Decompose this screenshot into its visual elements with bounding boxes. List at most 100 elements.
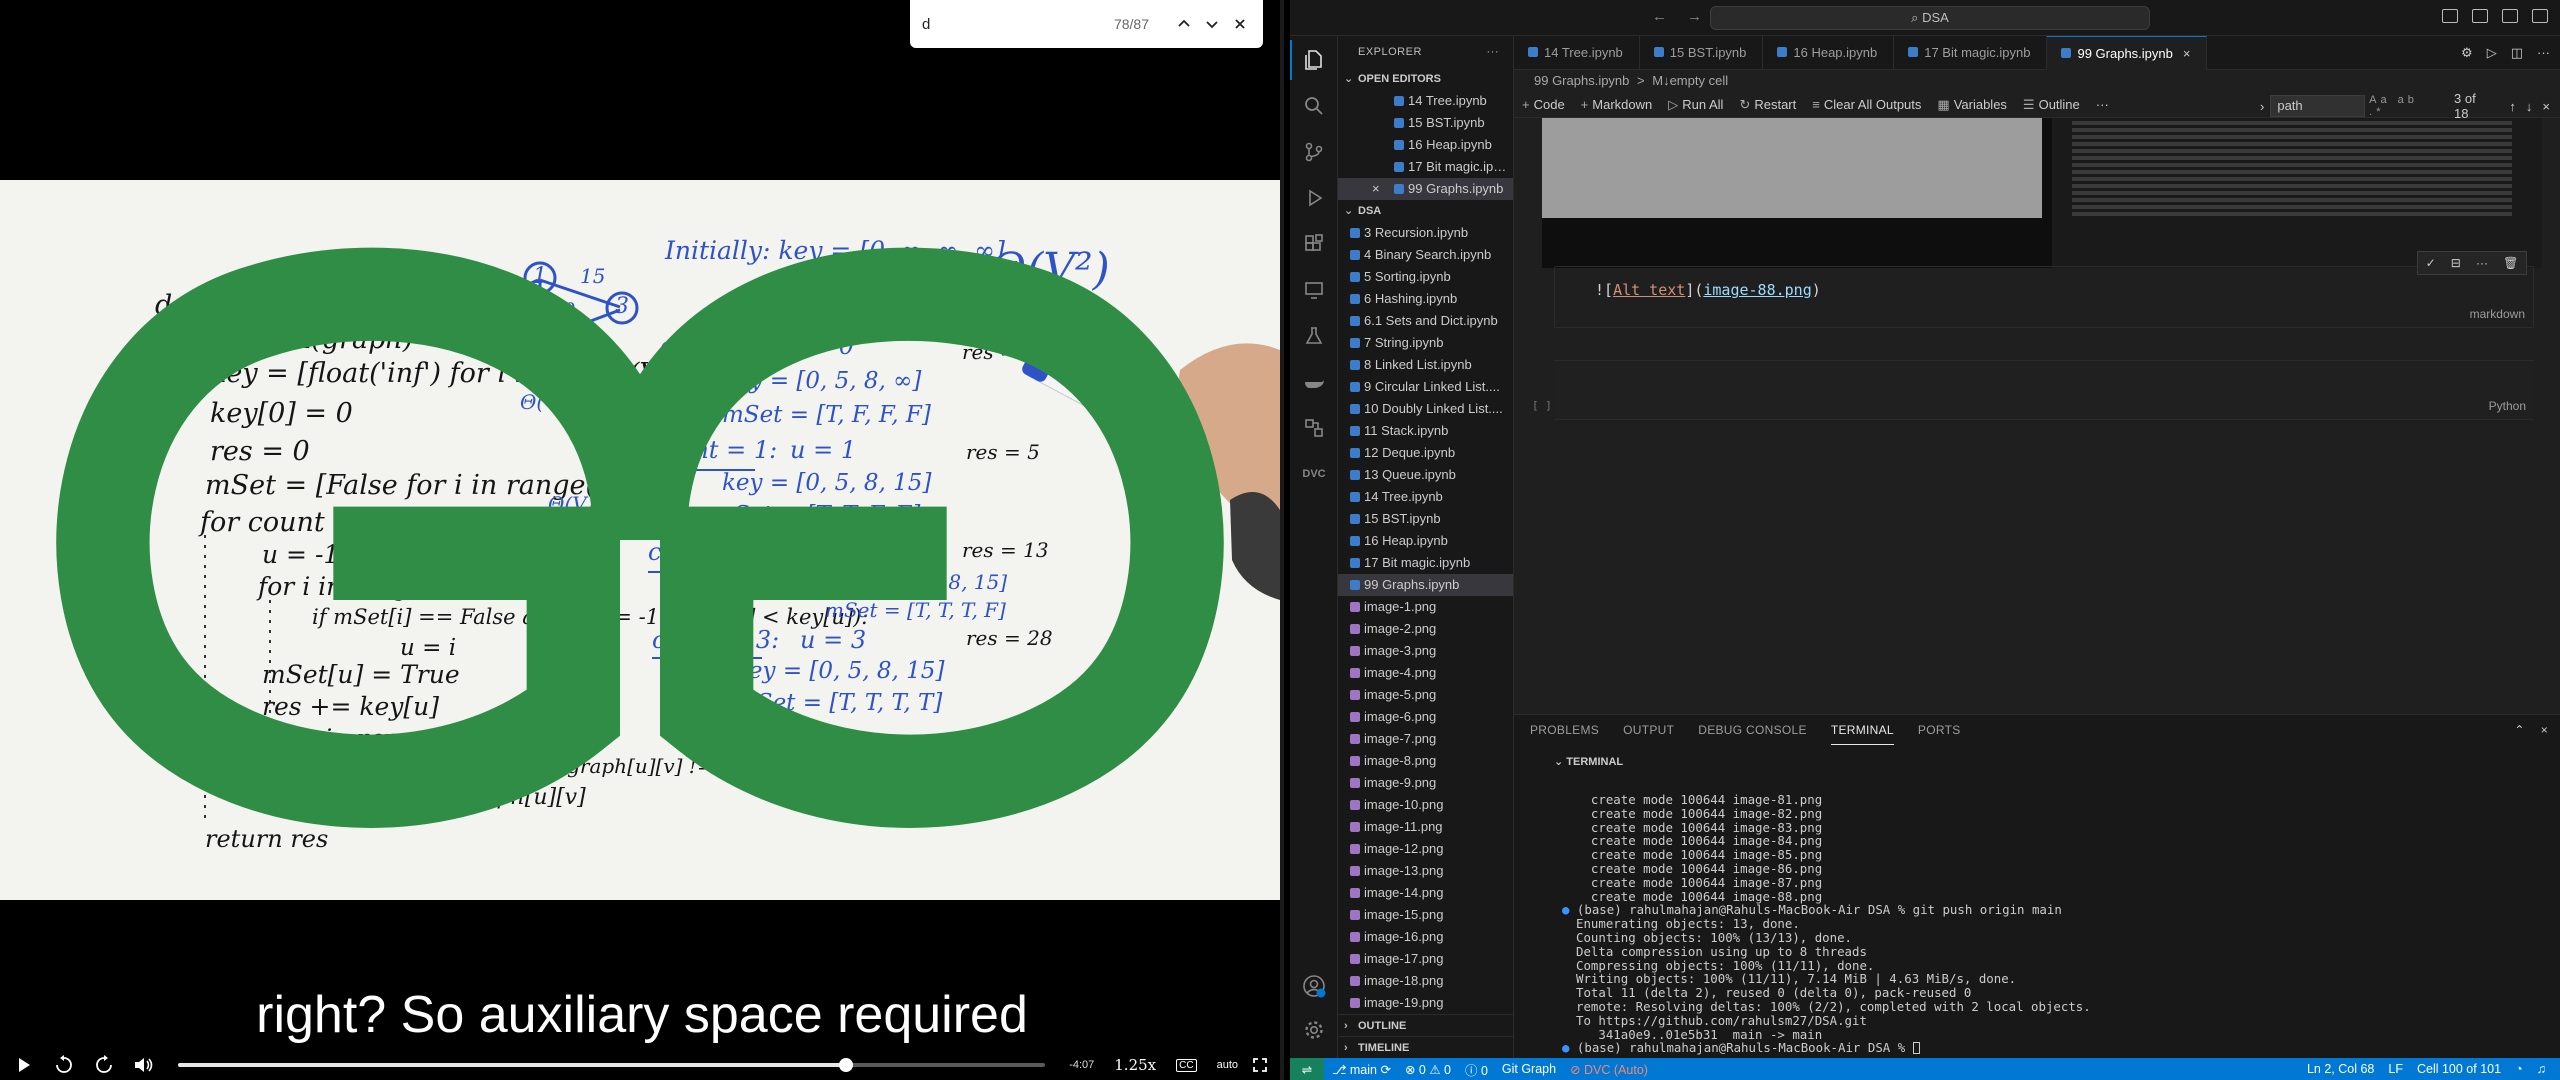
python-cell[interactable]: [ ] Python <box>1532 360 2534 420</box>
add-code-cell-button[interactable]: + Code <box>1522 97 1565 112</box>
breadcrumb-cell[interactable]: M↓empty cell <box>1652 73 1728 88</box>
forward-10-icon[interactable] <box>92 1053 116 1077</box>
file-item[interactable]: 3 Recursion.ipynb <box>1338 222 1513 244</box>
file-item[interactable]: image-2.png <box>1338 618 1513 640</box>
close-icon[interactable]: × <box>1372 178 1380 200</box>
file-item[interactable]: 7 String.ipynb <box>1338 332 1513 354</box>
file-item[interactable]: image-1.png <box>1338 596 1513 618</box>
file-item[interactable]: 14 Tree.ipynb <box>1338 486 1513 508</box>
file-item[interactable]: 13 Queue.ipynb <box>1338 464 1513 486</box>
volume-icon[interactable] <box>132 1053 156 1077</box>
file-item[interactable]: 99 Graphs.ipynb <box>1338 574 1513 596</box>
file-item[interactable]: 15 BST.ipynb <box>1338 508 1513 530</box>
find-input[interactable]: d <box>922 16 1114 33</box>
dvc-status[interactable]: ⊘ DVC (Auto) <box>1570 1062 1648 1077</box>
remote-indicator-icon[interactable]: ⇌ <box>1290 1058 1324 1080</box>
file-item[interactable]: 12 Deque.ipynb <box>1338 442 1513 464</box>
captions-button[interactable]: CC <box>1176 1058 1197 1072</box>
more-actions-icon[interactable]: ··· <box>2476 256 2488 270</box>
problems-indicator[interactable]: ⊗ 0 ⚠ 0 <box>1405 1062 1451 1077</box>
close-icon[interactable] <box>1229 13 1251 35</box>
file-item[interactable]: image-19.png <box>1338 992 1513 1014</box>
back-arrow-icon[interactable]: ← <box>1652 8 1667 25</box>
account-icon[interactable] <box>1302 974 1326 998</box>
clear-all-outputs-button[interactable]: ≡ Clear All Outputs <box>1812 97 1921 112</box>
gear-icon[interactable]: ⚙ <box>2461 45 2473 61</box>
previous-match-icon[interactable]: ↑ <box>2509 99 2526 114</box>
file-item[interactable]: 9 Circular Linked List.... <box>1338 376 1513 398</box>
search-icon[interactable] <box>1302 94 1326 118</box>
next-match-icon[interactable]: ↓ <box>2526 99 2543 114</box>
open-editor-item[interactable]: 17 Bit magic.ipynb <box>1338 156 1513 178</box>
tab-terminal[interactable]: TERMINAL <box>1830 715 1894 745</box>
more-toolbar-button[interactable]: ··· <box>2096 97 2109 112</box>
outline-section[interactable]: › OUTLINE <box>1338 1014 1513 1036</box>
close-icon[interactable]: × <box>2183 46 2191 61</box>
terminal-output[interactable]: create mode 100644 image-81.png create m… <box>1562 793 2536 1055</box>
delete-icon[interactable]: 🗑 <box>2503 256 2518 270</box>
file-item[interactable]: image-15.png <box>1338 904 1513 926</box>
file-item[interactable]: image-7.png <box>1338 728 1513 750</box>
split-cell-icon[interactable]: ⊟ <box>2451 256 2461 270</box>
check-icon[interactable]: ✓ <box>2426 256 2436 270</box>
tab-output[interactable]: OUTPUT <box>1623 715 1674 745</box>
video-player[interactable]: d 78/87 0 1 2 3 5 15 10 8 20 def primMST… <box>0 0 1284 1080</box>
chevron-down-icon[interactable] <box>1201 13 1223 35</box>
extensions-icon[interactable] <box>1302 232 1326 256</box>
file-item[interactable]: image-5.png <box>1338 684 1513 706</box>
explorer-files-icon[interactable] <box>1290 40 1326 80</box>
open-editor-item[interactable]: 14 Tree.ipynb <box>1338 90 1513 112</box>
markdown-link[interactable]: image-88.png <box>1703 281 1811 299</box>
tab-ports[interactable]: PORTS <box>1918 715 1961 745</box>
info-indicator[interactable]: ⓘ 0 <box>1465 1060 1488 1079</box>
quality-setting[interactable]: auto <box>1217 1059 1238 1071</box>
outline-button[interactable]: ☰ Outline <box>2023 97 2080 113</box>
dvc-icon[interactable]: DVC <box>1302 462 1326 486</box>
toggle-sidebar-icon[interactable] <box>2442 9 2458 23</box>
docker-icon[interactable] <box>1302 370 1326 394</box>
file-item[interactable]: image-12.png <box>1338 838 1513 860</box>
file-item[interactable]: 4 Binary Search.ipynb <box>1338 244 1513 266</box>
file-item[interactable]: 8 Linked List.ipynb <box>1338 354 1513 376</box>
file-item[interactable]: 10 Doubly Linked List.... <box>1338 398 1513 420</box>
kernel-status-icon[interactable]: ◔ <box>2515 1062 2523 1076</box>
file-item[interactable]: 6.1 Sets and Dict.ipynb <box>1338 310 1513 332</box>
fullscreen-icon[interactable] <box>1248 1053 1272 1077</box>
breadcrumb-file[interactable]: 99 Graphs.ipynb <box>1534 73 1629 88</box>
file-item[interactable]: image-3.png <box>1338 640 1513 662</box>
play-icon[interactable] <box>12 1053 36 1077</box>
add-markdown-cell-button[interactable]: + Markdown <box>1581 97 1653 112</box>
remote-explorer-icon[interactable] <box>1302 278 1326 302</box>
workspace-section[interactable]: ⌄ DSA <box>1338 200 1513 222</box>
settings-gear-icon[interactable] <box>1302 1018 1326 1042</box>
file-item[interactable]: 5 Sorting.ipynb <box>1338 266 1513 288</box>
maximize-panel-icon[interactable]: ⌃ <box>2514 723 2524 737</box>
markdown-cell[interactable]: ✓ ⊟ ··· 🗑 ![Alt text](image-88.png) mark… <box>1554 251 2534 328</box>
variables-button[interactable]: ▦ Variables <box>1937 97 2007 113</box>
command-center[interactable]: ⌕ DSA <box>1710 6 2150 30</box>
more-actions-icon[interactable]: ··· <box>1487 36 1500 68</box>
seek-bar-knob[interactable] <box>838 1058 853 1072</box>
cell-language[interactable]: Python <box>2489 399 2526 413</box>
find-options[interactable]: Aa ab .* <box>2369 94 2436 118</box>
chevron-right-icon[interactable]: › <box>2260 99 2264 114</box>
more-actions-icon[interactable]: ··· <box>2537 45 2550 61</box>
tab-debug-console[interactable]: DEBUG CONSOLE <box>1698 715 1807 745</box>
toggle-secondary-sidebar-icon[interactable] <box>2502 9 2518 23</box>
file-item[interactable]: 17 Bit magic.ipynb <box>1338 552 1513 574</box>
open-editor-item-active[interactable]: × 99 Graphs.ipynb <box>1338 178 1513 200</box>
file-item[interactable]: 11 Stack.ipynb <box>1338 420 1513 442</box>
file-item[interactable]: image-10.png <box>1338 794 1513 816</box>
file-item[interactable]: image-16.png <box>1338 926 1513 948</box>
cursor-position[interactable]: Ln 2, Col 68 <box>2307 1062 2374 1076</box>
tab-problems[interactable]: PROBLEMS <box>1530 715 1599 745</box>
file-item[interactable]: image-13.png <box>1338 860 1513 882</box>
open-editor-item[interactable]: 15 BST.ipynb <box>1338 112 1513 134</box>
markdown-source[interactable]: ![Alt text](image-88.png) <box>1595 281 1821 299</box>
source-control-icon[interactable] <box>1302 140 1326 164</box>
rewind-10-icon[interactable] <box>52 1053 76 1077</box>
cell-language[interactable]: markdown <box>2470 307 2525 321</box>
cell-indicator[interactable]: Cell 100 of 101 <box>2417 1062 2501 1076</box>
testing-flask-icon[interactable] <box>1302 324 1326 348</box>
chevron-up-icon[interactable] <box>1173 13 1195 35</box>
